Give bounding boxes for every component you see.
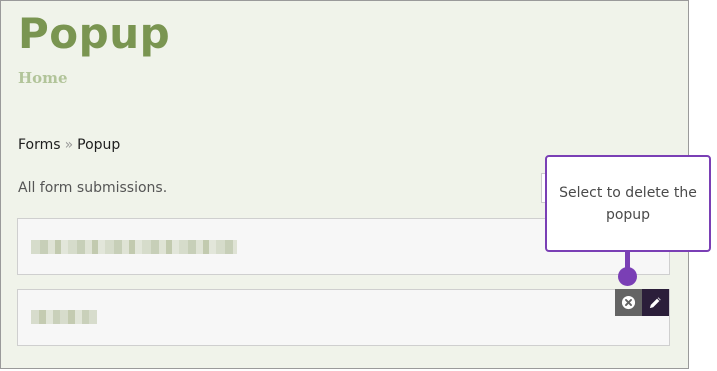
close-circle-icon: [621, 295, 636, 310]
entry-title-redacted: [31, 240, 237, 254]
breadcrumb-current: Popup: [77, 137, 121, 153]
entry-title-redacted: [31, 310, 97, 324]
home-link[interactable]: Home: [18, 69, 68, 87]
breadcrumb-separator: »: [64, 137, 74, 153]
pencil-icon: [649, 297, 661, 309]
delete-button[interactable]: [615, 289, 642, 316]
tooltip-pointer-dot: [618, 267, 637, 286]
breadcrumb: Forms» Popup: [18, 137, 120, 153]
edit-button[interactable]: [642, 289, 669, 316]
page-title: Popup: [18, 9, 171, 58]
breadcrumb-forms-link[interactable]: Forms: [18, 137, 61, 153]
intro-text: All form submissions.: [18, 180, 168, 196]
list-item[interactable]: [17, 289, 670, 346]
tooltip-text: Select to delete the popup: [559, 184, 697, 223]
tooltip-callout: Select to delete the popup: [545, 155, 711, 252]
entry-actions: [615, 289, 669, 316]
